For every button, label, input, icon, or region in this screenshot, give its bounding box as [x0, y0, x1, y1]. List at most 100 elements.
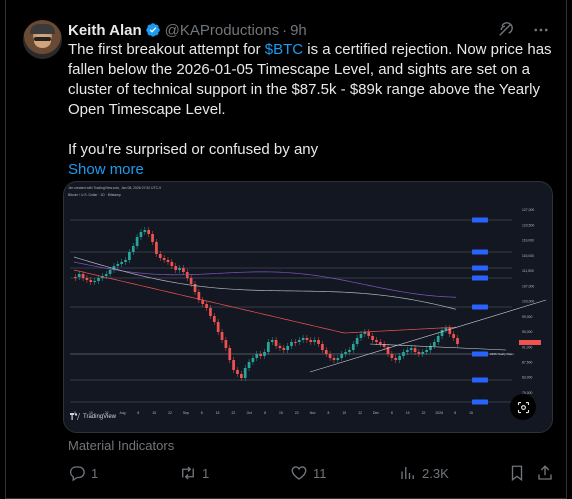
candle-body	[421, 352, 425, 354]
level-tag	[472, 217, 488, 223]
candle-body	[220, 332, 224, 340]
level-tag	[472, 275, 488, 281]
candle-body	[89, 280, 93, 282]
date-axis-label: Oct	[247, 411, 252, 415]
avatar-glasses	[34, 37, 51, 41]
candle-body	[324, 350, 328, 354]
candle-body	[170, 262, 174, 266]
tweet-header: Keith Alan @KAProductions · 9h	[68, 20, 307, 40]
candle-body	[124, 260, 127, 262]
candle-body	[93, 281, 97, 282]
chart-header-text: Jim created with TradingView.com, Jan 08…	[68, 186, 161, 190]
candle-body	[309, 340, 313, 342]
candle-body	[162, 258, 166, 260]
price-axis-label: 127,000	[522, 208, 534, 212]
candle-body	[444, 328, 448, 330]
candle-body	[301, 338, 305, 340]
candle-body	[77, 274, 81, 277]
candle-body	[224, 340, 228, 348]
tweet-card[interactable]: Keith Alan @KAProductions · 9h The first…	[5, 0, 567, 499]
image-describe-icon[interactable]	[510, 394, 536, 420]
show-more-link[interactable]: Show more	[68, 160, 552, 180]
candle-body	[336, 358, 340, 360]
candle-body	[151, 234, 154, 242]
level-tag	[472, 265, 488, 271]
bookmark-button[interactable]	[508, 464, 526, 482]
candle-body	[409, 348, 413, 350]
candle-body	[120, 262, 124, 264]
candle-body	[155, 242, 158, 254]
chart-symbol-text: Bitcoin / U.S. Dollar · 1D · Bitstamp	[68, 193, 121, 197]
candle-body	[305, 338, 309, 340]
avatar[interactable]	[23, 20, 62, 59]
level-tag	[472, 399, 488, 405]
candle-body	[166, 260, 170, 262]
date-axis-label: 8	[391, 411, 393, 415]
candle-body	[413, 348, 417, 352]
date-axis-label: 15	[152, 411, 156, 415]
yearly-open-label: 2026 Yearly Open	[490, 352, 514, 356]
reply-button[interactable]: 1	[68, 464, 98, 482]
date-axis-label: 15	[469, 411, 473, 415]
views-button[interactable]: 2.3K	[399, 464, 449, 482]
candle-body	[375, 340, 378, 342]
candle-body	[139, 232, 143, 237]
share-icon	[538, 465, 552, 480]
avatar-hat	[30, 24, 55, 34]
date-axis-label: 15	[279, 411, 283, 415]
candle-body	[286, 346, 290, 350]
repost-icon	[182, 466, 194, 480]
date-axis-label: 8	[454, 411, 456, 415]
candle-body	[247, 362, 251, 368]
more-icon[interactable]	[532, 21, 550, 39]
date-axis-label: 22	[168, 411, 172, 415]
candle-body	[344, 352, 347, 354]
candle-body	[348, 350, 351, 352]
top-right-actions	[496, 21, 550, 39]
author-name[interactable]: Keith Alan	[68, 22, 142, 39]
date-axis-label: 8	[201, 411, 203, 415]
candle-body	[297, 340, 301, 342]
price-axis-label: 119,000	[522, 239, 534, 243]
repost-button[interactable]: 1	[179, 464, 209, 482]
candle-body	[251, 358, 255, 362]
price-axis-label: 107,000	[522, 284, 534, 288]
candle-body	[255, 354, 259, 358]
candle-body	[128, 252, 131, 260]
candle-body	[143, 230, 147, 232]
candle-body	[174, 266, 178, 270]
tweet-media[interactable]: Jim created with TradingView.com, Jan 08…	[63, 181, 553, 433]
candle-body	[332, 358, 336, 360]
grok-icon[interactable]	[496, 21, 514, 39]
like-button[interactable]: 11	[290, 464, 327, 482]
candle-body	[239, 374, 243, 378]
media-source-caption[interactable]: Material Indicators	[68, 438, 174, 453]
date-axis-label: 22	[358, 411, 362, 415]
candle-body	[328, 354, 332, 358]
candle-body	[313, 340, 317, 342]
candle-body	[116, 264, 120, 266]
candle-body	[74, 277, 77, 278]
candle-body	[432, 342, 436, 346]
author-handle[interactable]: @KAProductions	[165, 22, 279, 39]
candle-body	[216, 322, 220, 332]
price-axis-label: 103,000	[522, 300, 534, 304]
share-button[interactable]	[536, 464, 554, 482]
level-tag	[472, 351, 488, 357]
candle-body	[317, 340, 320, 344]
price-axis-label: 87,500	[522, 361, 532, 365]
price-axis-label: 99,000	[522, 315, 532, 319]
date-axis-label: 8	[137, 411, 139, 415]
candle-body	[402, 352, 405, 356]
candle-body	[321, 344, 324, 350]
candle-body	[390, 354, 394, 358]
candle-body	[436, 336, 440, 342]
candle-body	[81, 274, 85, 278]
candle-body	[267, 342, 270, 352]
date-axis-label: 15	[342, 411, 346, 415]
price-chart-image: Jim created with TradingView.com, Jan 08…	[64, 182, 552, 432]
current-price-tag	[519, 340, 541, 345]
candle-body	[189, 278, 193, 284]
cashtag-link[interactable]: $BTC	[265, 41, 303, 58]
tweet-time[interactable]: 9h	[290, 22, 307, 39]
